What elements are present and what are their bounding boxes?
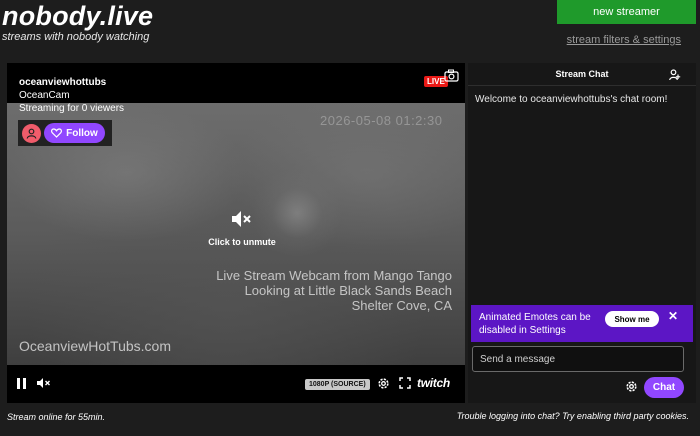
follow-label: Follow [66, 127, 98, 139]
pause-icon[interactable] [17, 378, 26, 389]
fullscreen-icon[interactable] [399, 377, 411, 389]
overlay-line: Live Stream Webcam from Mango Tango [216, 268, 452, 283]
channel-name[interactable]: oceanviewhottubs [19, 76, 124, 89]
overlay-caption: Live Stream Webcam from Mango Tango Look… [216, 268, 452, 313]
chat-help-text: Trouble logging into chat? Try enabling … [456, 411, 689, 421]
site-brand: nobody.live streams with nobody watching [2, 0, 153, 43]
click-to-unmute[interactable]: Click to unmute [192, 210, 292, 247]
gear-icon[interactable] [625, 380, 638, 393]
chat-message-input[interactable] [472, 346, 684, 372]
new-streamer-button[interactable]: new streamer [557, 0, 696, 24]
chat-title: Stream Chat [555, 69, 609, 79]
users-icon[interactable] [669, 69, 682, 81]
stream-filters-link[interactable]: stream filters & settings [567, 34, 681, 46]
camera-icon[interactable] [444, 69, 459, 82]
stream-info: oceanviewhottubs OceanCam Streaming for … [19, 76, 124, 115]
player-controls: 1080P (SOURCE) twitch [7, 365, 465, 403]
viewer-count: Streaming for 0 viewers [19, 103, 125, 114]
overlay-line: Looking at Little Black Sands Beach [244, 283, 452, 298]
emote-notice: Animated Emotes can be disabled in Setti… [471, 305, 693, 342]
video-player[interactable]: 2026-05-08 01:2:30 Click to unmute Live … [7, 63, 465, 403]
heart-icon [51, 128, 63, 138]
video-timestamp: 2026-05-08 01:2:30 [320, 113, 443, 128]
avatar[interactable] [22, 123, 41, 143]
twitch-logo[interactable]: twitch [417, 376, 450, 390]
chat-header: Stream Chat [468, 63, 696, 86]
stream-status: Stream online for 55min. [7, 412, 106, 422]
mute-icon[interactable] [37, 377, 51, 389]
chat-panel: Stream Chat Welcome to oceanviewhottubs'… [468, 63, 696, 403]
close-icon[interactable]: ✕ [668, 310, 678, 323]
overlay-line: Shelter Cove, CA [351, 298, 452, 313]
site-title[interactable]: nobody.live [2, 0, 153, 32]
user-icon [26, 128, 37, 139]
gear-icon[interactable] [377, 377, 390, 390]
site-tagline: streams with nobody watching [2, 31, 150, 43]
follow-panel: Follow [18, 120, 112, 146]
quality-selector[interactable]: 1080P (SOURCE) [305, 379, 370, 390]
emote-notice-text: Animated Emotes can be disabled in Setti… [479, 312, 591, 336]
stream-category[interactable]: OceanCam [19, 89, 124, 102]
unmute-label: Click to unmute [208, 237, 276, 247]
mute-icon [232, 211, 251, 227]
chat-welcome-message: Welcome to oceanviewhottubs's chat room! [475, 94, 668, 105]
video-watermark: OceanviewHotTubs.com [19, 338, 171, 354]
chat-send-button[interactable]: Chat [644, 377, 684, 398]
show-me-button[interactable]: Show me [605, 311, 659, 327]
follow-button[interactable]: Follow [44, 123, 105, 143]
